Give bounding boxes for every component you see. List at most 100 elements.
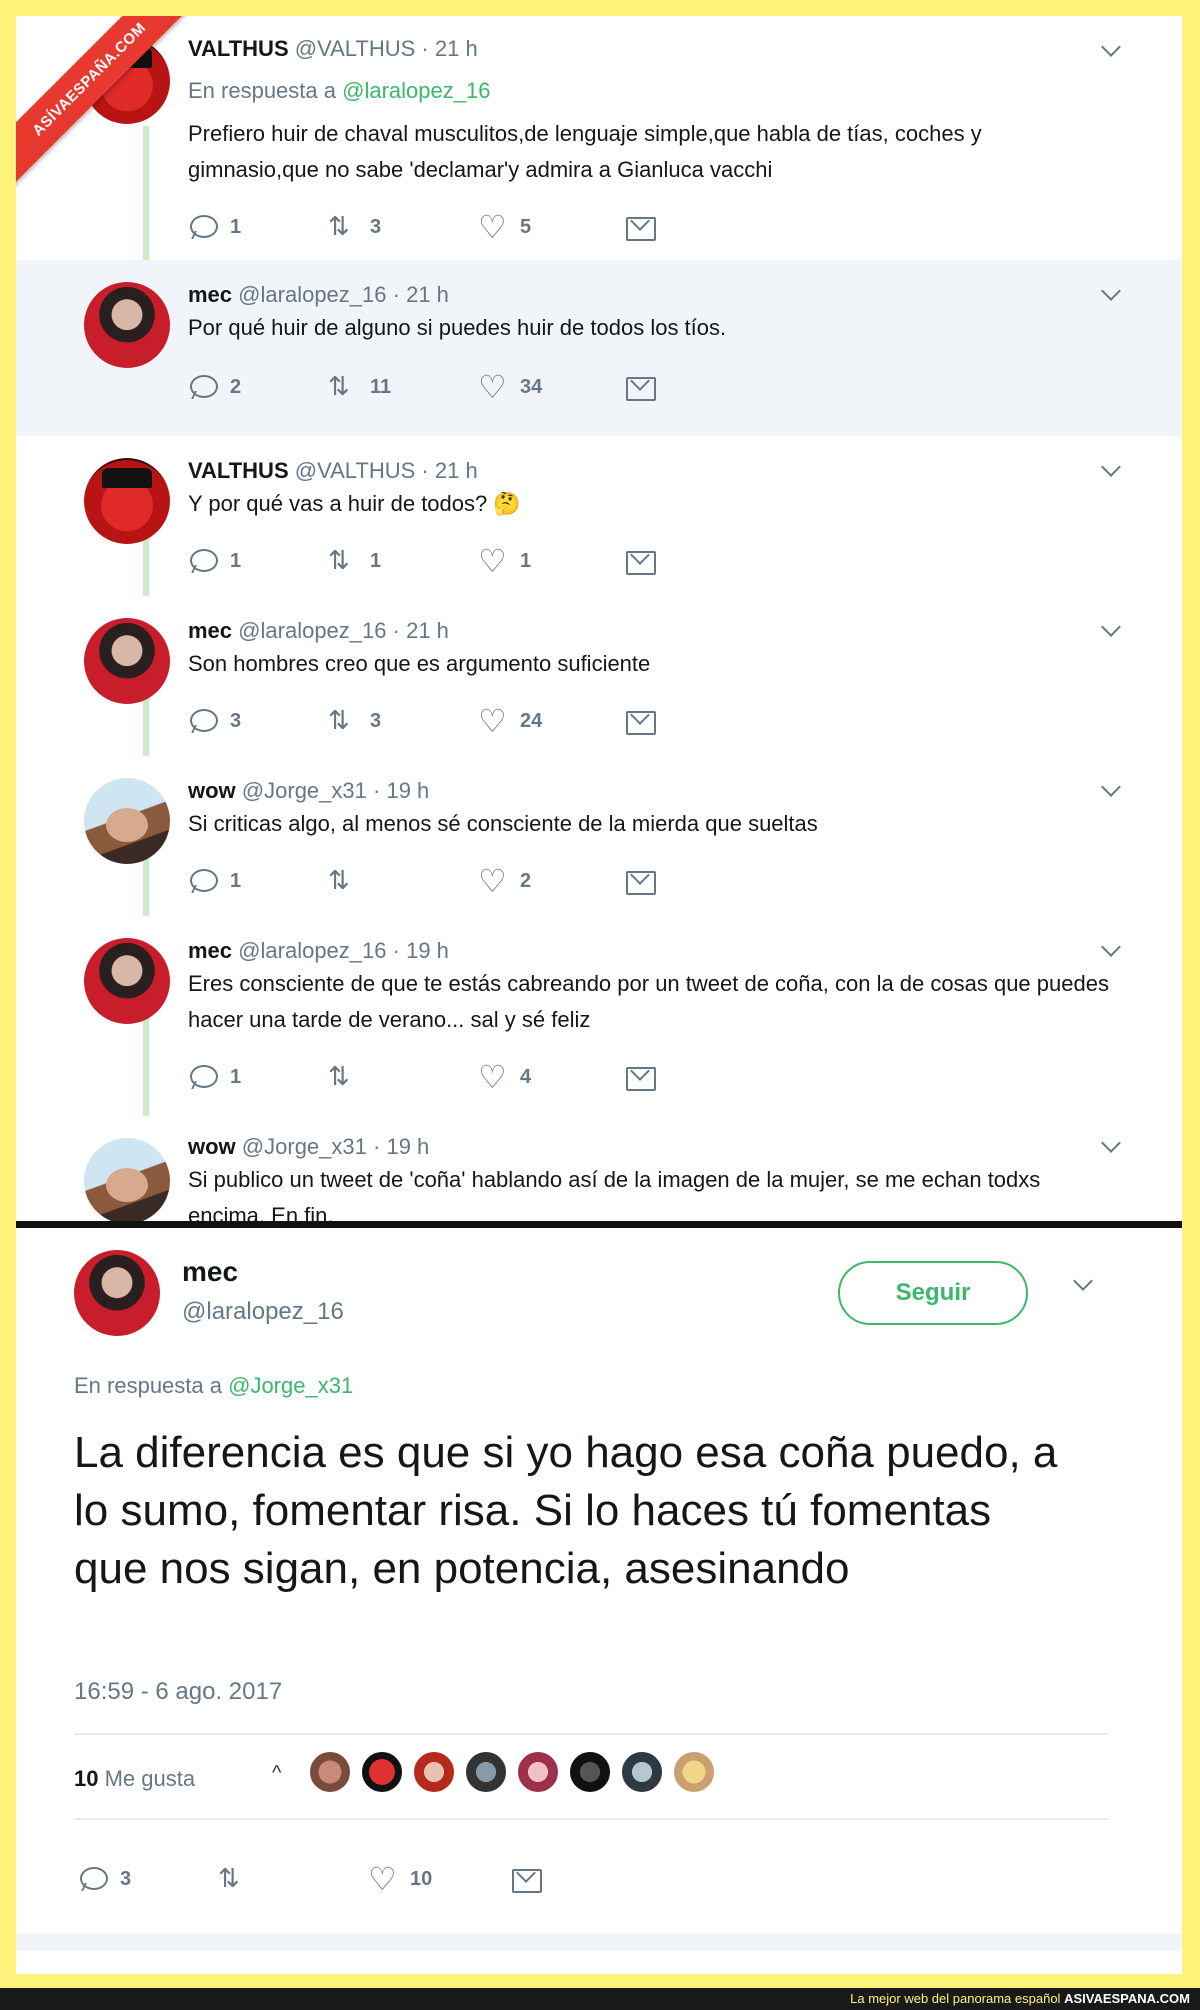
avatar[interactable] [74,1250,160,1336]
like-button[interactable]: 4 [478,1058,531,1096]
direct-message-button[interactable] [624,212,666,242]
reply-button[interactable]: 3 [78,1864,131,1894]
reply-button[interactable]: 1 [188,212,241,242]
author-name[interactable]: VALTHUS [188,458,289,483]
avatar[interactable] [84,1138,170,1224]
chevron-down-icon[interactable] [1073,1271,1093,1291]
retweet-button[interactable] [328,1062,370,1092]
envelope-icon [624,214,656,241]
tweet[interactable]: wow @Jorge_x31 · 19 h Si criticas algo, … [16,756,1182,916]
avatar[interactable] [84,938,170,1024]
like-button[interactable]: 5 [478,208,531,246]
reply-button[interactable]: 2 [188,372,241,402]
liker-avatar[interactable] [308,1750,352,1794]
reply-to-handle[interactable]: @Jorge_x31 [228,1373,353,1398]
author-name[interactable]: mec [188,282,232,307]
liker-avatar[interactable] [620,1750,664,1794]
liker-avatar[interactable] [360,1750,404,1794]
envelope-icon [624,1064,656,1091]
retweet-button[interactable]: 1 [328,546,381,576]
author-handle[interactable]: @VALTHUS [295,36,416,61]
tweet[interactable]: mec @laralopez_16 · 19 h Eres consciente… [16,916,1182,1116]
author-handle[interactable]: @laralopez_16 [238,938,386,963]
reply-to-handle[interactable]: @laralopez_16 [342,78,490,103]
tweet-timestamp[interactable]: 16:59 - 6 ago. 2017 [74,1678,282,1706]
tweet-text: La diferencia es que si yo hago esa coña… [74,1428,1058,1593]
tweet-time[interactable]: 19 h [386,1134,429,1159]
tweet-time[interactable]: 21 h [435,36,478,61]
direct-message-button[interactable] [624,866,666,896]
like-count: 10 [410,1867,433,1890]
avatar[interactable] [84,778,170,864]
direct-message-button[interactable] [624,372,666,402]
tweet[interactable]: mec @laralopez_16 · 21 h Por qué huir de… [16,260,1182,436]
avatar[interactable] [84,618,170,704]
retweet-button[interactable]: 11 [328,372,391,402]
author-handle[interactable]: @VALTHUS [295,458,416,483]
tweet[interactable]: mec @laralopez_16 · 21 h Son hombres cre… [16,596,1182,756]
avatar[interactable] [84,458,170,544]
reply-button[interactable]: 1 [188,546,241,576]
direct-message-button[interactable] [624,706,666,736]
author-handle[interactable]: @Jorge_x31 [242,778,367,803]
like-button[interactable]: 1 [478,542,531,580]
likes-label: Me gusta [104,1766,196,1791]
retweet-button[interactable] [328,866,370,896]
reply-icon [188,548,218,574]
footer-site[interactable]: ASIVAESPANA.COM [1064,1991,1190,2006]
retweet-button[interactable]: 3 [328,706,381,736]
like-button[interactable]: 34 [478,368,542,406]
tweet-time[interactable]: 21 h [406,618,449,643]
tweet-header: mec @laralopez_16 · 19 h [188,938,449,963]
tweet-header: mec @laralopez_16 · 21 h [188,618,449,643]
reply-button[interactable]: 1 [188,1062,241,1092]
retweet-icon [328,372,358,402]
retweet-count: 3 [370,215,382,238]
author-name[interactable]: VALTHUS [188,36,289,61]
author-name[interactable]: mec [182,1256,238,1288]
tweet[interactable]: wow @Jorge_x31 · 19 h Si publico un twee… [16,1116,1182,1228]
liker-avatar[interactable] [516,1750,560,1794]
bottom-strip [16,1933,1182,1951]
heart-icon [478,208,508,246]
author-name[interactable]: mec [188,938,232,963]
retweet-button[interactable]: 3 [328,212,381,242]
retweet-button[interactable] [218,1864,260,1894]
reply-button[interactable]: 3 [188,706,241,736]
direct-message-button[interactable] [624,1062,666,1092]
liker-avatar[interactable] [412,1750,456,1794]
author-handle[interactable]: @laralopez_16 [182,1298,344,1326]
author-handle[interactable]: @Jorge_x31 [242,1134,367,1159]
tweet-actions: 1 3 5 [188,208,688,246]
envelope-icon [624,374,656,401]
like-button[interactable]: 24 [478,702,542,740]
direct-message-button[interactable] [624,546,666,576]
liker-avatar[interactable] [464,1750,508,1794]
likes-summary[interactable]: 10 Me gusta [74,1766,195,1792]
tweet-header: VALTHUS @VALTHUS · 21 h [188,458,478,483]
tweet-time[interactable]: 21 h [435,458,478,483]
follow-button[interactable]: Seguir [838,1261,1028,1325]
like-button[interactable]: 2 [478,862,531,900]
heart-icon [368,1860,398,1898]
liker-avatar[interactable] [672,1750,716,1794]
watermark-footer: La mejor web del panorama español ASIVAE… [0,1988,1200,2010]
author-name[interactable]: mec [188,618,232,643]
direct-message-button[interactable] [510,1864,552,1894]
author-name[interactable]: wow [188,778,236,803]
reply-button[interactable]: 1 [188,866,241,896]
tweet-actions: 1 2 [188,862,688,900]
envelope-icon [624,548,656,575]
separator [74,1733,1108,1735]
avatar[interactable] [84,282,170,368]
like-button[interactable]: 10 [368,1860,433,1898]
author-name[interactable]: wow [188,1134,236,1159]
tweet[interactable]: VALTHUS @VALTHUS · 21 h Y por qué vas a … [16,436,1182,596]
liker-avatar[interactable] [568,1750,612,1794]
tweet-time[interactable]: 19 h [406,938,449,963]
tweet[interactable]: VALTHUS @VALTHUS · 21 h En respuesta a @… [16,16,1182,260]
tweet-time[interactable]: 19 h [386,778,429,803]
tweet-time[interactable]: 21 h [406,282,449,307]
author-handle[interactable]: @laralopez_16 [238,282,386,307]
author-handle[interactable]: @laralopez_16 [238,618,386,643]
